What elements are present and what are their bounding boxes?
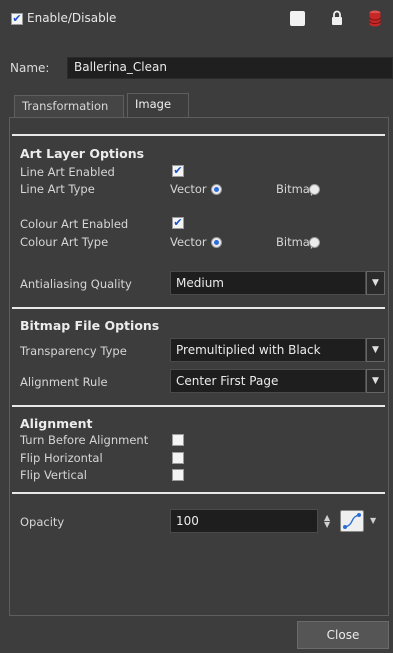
line-art-enabled-checkbox[interactable]: ✔ [172,165,184,177]
colour-art-type-label: Colour Art Type [20,235,109,249]
transparency-dropdown-arrow-icon[interactable]: ▼ [366,338,385,362]
alignment-rule-label: Alignment Rule [20,375,108,389]
bitmap-file-options-title: Bitmap File Options [20,318,160,333]
flip-horizontal-label: Flip Horizontal [20,451,103,465]
divider [12,405,385,407]
turn-before-alignment-label: Turn Before Alignment [20,433,149,447]
transparency-type-dropdown[interactable]: Premultiplied with Black [170,338,366,362]
tab-image[interactable]: Image [127,93,189,118]
colour-art-vector-label: Vector [170,235,207,249]
database-icon[interactable] [369,10,381,27]
line-art-vector-label: Vector [170,182,207,196]
divider [12,134,385,136]
lock-icon[interactable] [331,10,343,26]
name-field[interactable]: Ballerina_Clean [67,57,393,79]
line-art-vector-radio[interactable] [211,184,222,195]
function-curve-dropdown-arrow-icon[interactable]: ▼ [370,516,376,525]
art-layer-options-title: Art Layer Options [20,146,145,161]
opacity-field[interactable]: 100 [170,509,318,533]
name-label: Name: [10,61,50,75]
transparency-type-label: Transparency Type [20,344,127,358]
close-button[interactable]: Close [297,621,389,649]
color-swatch-icon[interactable] [290,11,305,26]
flip-vertical-label: Flip Vertical [20,468,88,482]
function-curve-icon[interactable] [340,510,364,532]
opacity-spinner-icon[interactable]: ▲ ▼ [324,514,330,529]
antialiasing-dropdown[interactable]: Medium [170,271,366,295]
colour-art-enabled-label: Colour Art Enabled [20,217,129,231]
flip-vertical-checkbox[interactable]: ✔ [172,469,184,481]
tab-transformation[interactable]: Transformation [14,95,124,118]
colour-art-vector-radio[interactable] [211,237,222,248]
line-art-bitmap-radio[interactable] [309,184,320,195]
antialiasing-dropdown-arrow-icon[interactable]: ▼ [366,271,385,295]
line-art-type-label: Line Art Type [20,182,95,196]
divider [12,492,385,494]
colour-art-bitmap-radio[interactable] [309,237,320,248]
line-art-enabled-label: Line Art Enabled [20,165,115,179]
colour-art-enabled-checkbox[interactable]: ✔ [172,217,184,229]
alignment-rule-dropdown[interactable]: Center First Page [170,369,366,393]
enable-checkbox[interactable]: ✔ [11,13,23,25]
opacity-label: Opacity [20,515,65,529]
turn-before-alignment-checkbox[interactable]: ✔ [172,434,184,446]
enable-label: Enable/Disable [27,11,117,25]
antialiasing-label: Antialiasing Quality [20,277,132,291]
alignment-rule-dropdown-arrow-icon[interactable]: ▼ [366,369,385,393]
divider [12,307,385,309]
flip-horizontal-checkbox[interactable]: ✔ [172,452,184,464]
alignment-title: Alignment [20,416,93,431]
